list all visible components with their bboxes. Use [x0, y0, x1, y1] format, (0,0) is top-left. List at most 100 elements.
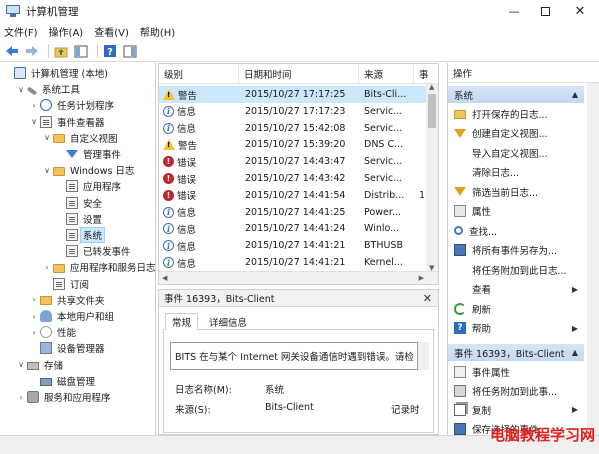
tree-item[interactable]: ∨ 存储 — [16, 357, 65, 373]
collapse-chevron-icon[interactable]: ∨ — [16, 85, 26, 94]
event-datetime-cell: 2015/10/27 14:41:21 — [245, 257, 346, 268]
collapse-chevron-icon[interactable]: ∨ — [16, 360, 26, 369]
tree-item[interactable]: 磁盘管理 — [29, 373, 97, 389]
tree-item[interactable]: 管理事件 — [55, 146, 123, 162]
event-list-horizontal-scrollbar[interactable]: ◀ ▶ — [159, 271, 438, 284]
tree-item[interactable]: ∨ Windows 日志 — [42, 162, 136, 178]
show-hide-action-pane-button[interactable] — [122, 43, 138, 59]
tree-item[interactable]: 安全 — [55, 195, 104, 211]
actions-scrollbar[interactable] — [587, 83, 599, 435]
tab-general[interactable]: 常规 — [165, 313, 199, 330]
tab-details[interactable]: 详细信息 — [203, 313, 253, 330]
collapse-up-icon[interactable]: ▲ — [572, 348, 578, 357]
tree-item[interactable]: 设备管理器 — [29, 340, 107, 356]
scrollbar-thumb[interactable] — [428, 94, 436, 128]
tree-item[interactable]: 计算机管理 (本地) — [3, 65, 110, 81]
actions-section-event[interactable]: 事件 16393，Bits-Client ▲ — [448, 344, 584, 361]
show-hide-tree-button[interactable] — [73, 43, 89, 59]
close-button[interactable]: ✕ — [565, 0, 595, 22]
tree-item[interactable]: 订阅 — [42, 276, 91, 292]
action-item[interactable]: 将任务附加到此日志... — [448, 260, 584, 279]
submenu-arrow-icon: ▶ — [571, 284, 578, 294]
event-list-vertical-scrollbar[interactable]: ▲ ▼ — [426, 83, 438, 272]
action-item[interactable]: 属性 — [448, 202, 584, 221]
event-row[interactable]: i 信息 2015/10/27 15:42:08 Servic... — [159, 120, 427, 137]
tree-item[interactable]: ∨ 事件查看器 — [29, 114, 107, 130]
collapse-chevron-icon[interactable]: ∨ — [42, 166, 52, 175]
event-description[interactable]: BITS 在与某个 Internet 网关设备通信时遇到错误。请检 — [170, 342, 418, 370]
event-row[interactable]: i 信息 2015/10/27 14:41:25 Power... — [159, 204, 427, 221]
up-level-button[interactable] — [53, 43, 69, 59]
collapse-chevron-icon[interactable]: ∨ — [42, 133, 52, 142]
back-button[interactable] — [4, 43, 20, 59]
collapse-chevron-icon[interactable]: ∨ — [29, 117, 39, 126]
column-header-event-id[interactable]: 事 — [414, 64, 438, 84]
help-button[interactable]: ? — [102, 43, 118, 59]
event-row[interactable]: ! 警告 2015/10/27 15:39:20 DNS C... — [159, 136, 427, 153]
forward-button[interactable] — [24, 43, 40, 59]
tree-item[interactable]: ∨ 系统工具 — [16, 81, 82, 97]
close-detail-icon[interactable]: ✕ — [423, 292, 432, 305]
tree-item[interactable]: ∨ 自定义视图 — [42, 130, 120, 146]
console-tree[interactable]: 计算机管理 (本地) ∨ 系统工具 › 任务计划程序 ∨ 事件查看器 ∨ 自定义视图 管理事件 ∨ W… — [0, 63, 156, 435]
minimize-button[interactable]: — — [499, 0, 529, 22]
description-scrollbar[interactable] — [418, 342, 429, 370]
event-list[interactable]: 级别 日期和时间 来源 事 ! 警告 2015/10/27 17:17:25 Bits… — [158, 63, 439, 285]
tree-item[interactable]: 系统 — [55, 227, 106, 243]
actions-section-system[interactable]: 系统 ▲ — [448, 86, 584, 103]
tree-item[interactable]: 已转发事件 — [55, 243, 133, 259]
event-viewer-icon — [40, 115, 52, 128]
event-row[interactable]: ! 错误 2015/10/27 14:43:42 Servic... — [159, 170, 427, 187]
event-row[interactable]: ! 警告 2015/10/27 17:17:25 Bits-Cli... — [159, 86, 427, 103]
expand-chevron-icon[interactable]: › — [29, 328, 39, 337]
action-item[interactable]: 筛选当前日志... — [448, 182, 584, 201]
tree-item[interactable]: › 本地用户和组 — [29, 308, 116, 324]
action-item[interactable]: 事件属性 — [448, 362, 584, 381]
event-row[interactable]: ! 错误 2015/10/27 14:41:54 Distrib... 1 — [159, 187, 427, 204]
maximize-button[interactable] — [530, 0, 560, 22]
storage-icon — [27, 362, 39, 371]
tree-item[interactable]: › 服务和应用程序 — [16, 389, 113, 405]
scroll-up-icon[interactable]: ▲ — [429, 83, 434, 91]
collapse-up-icon[interactable]: ▲ — [572, 90, 578, 99]
menu-file[interactable]: 文件(F) — [4, 24, 38, 39]
menu-help[interactable]: 帮助(H) — [140, 24, 175, 39]
close-icon: ✕ — [574, 3, 586, 19]
event-row[interactable]: i 信息 2015/10/27 14:41:21 BTHUSB — [159, 237, 427, 254]
column-header-source[interactable]: 来源 — [359, 64, 414, 84]
scroll-right-icon[interactable]: ▶ — [419, 274, 424, 282]
tree-item[interactable]: › 共享文件夹 — [29, 292, 107, 308]
action-item[interactable]: 打开保存的日志... — [448, 104, 584, 123]
action-item[interactable]: 复制 ▶ — [448, 400, 584, 419]
tree-item[interactable]: 设置 — [55, 211, 104, 227]
expand-chevron-icon[interactable]: › — [16, 393, 26, 402]
tree-item[interactable]: 应用程序 — [55, 178, 123, 194]
action-item[interactable]: 导入自定义视图... — [448, 143, 584, 162]
event-row[interactable]: ! 错误 2015/10/27 14:43:47 Servic... — [159, 153, 427, 170]
tree-item[interactable]: › 性能 — [29, 324, 78, 340]
action-item[interactable]: 将任务附加到此事... — [448, 381, 584, 400]
event-row[interactable]: i 信息 2015/10/27 17:17:23 Servic... — [159, 103, 427, 120]
expand-chevron-icon[interactable]: › — [42, 263, 52, 272]
action-item[interactable]: 创建自定义视图... — [448, 124, 584, 143]
action-item[interactable]: 查看 ▶ — [448, 280, 584, 299]
tree-item[interactable]: › 任务计划程序 — [29, 97, 116, 113]
action-item[interactable]: 清除日志... — [448, 163, 584, 182]
action-item[interactable]: ? 帮助 ▶ — [448, 319, 584, 338]
column-header-level[interactable]: 级别 — [159, 64, 239, 84]
expand-chevron-icon[interactable]: › — [29, 101, 39, 110]
action-item[interactable]: 查找... — [448, 221, 584, 240]
services-icon — [27, 391, 39, 403]
action-item[interactable]: 刷新 — [448, 299, 584, 318]
action-item[interactable]: 将所有事件另存为... — [448, 241, 584, 260]
event-row[interactable]: i 信息 2015/10/27 14:41:21 Kernel... — [159, 254, 427, 271]
scroll-left-icon[interactable]: ◀ — [162, 274, 167, 282]
menu-view[interactable]: 查看(V) — [94, 24, 129, 39]
event-row[interactable]: i 信息 2015/10/27 14:41:24 Winlo... — [159, 220, 427, 237]
column-header-datetime[interactable]: 日期和时间 — [239, 64, 359, 84]
expand-chevron-icon[interactable]: › — [29, 312, 39, 321]
event-level-text: 信息 — [177, 258, 197, 270]
expand-chevron-icon[interactable]: › — [29, 295, 39, 304]
tree-item[interactable]: › 应用程序和服务日志 — [42, 259, 155, 275]
menu-action[interactable]: 操作(A) — [49, 24, 84, 39]
